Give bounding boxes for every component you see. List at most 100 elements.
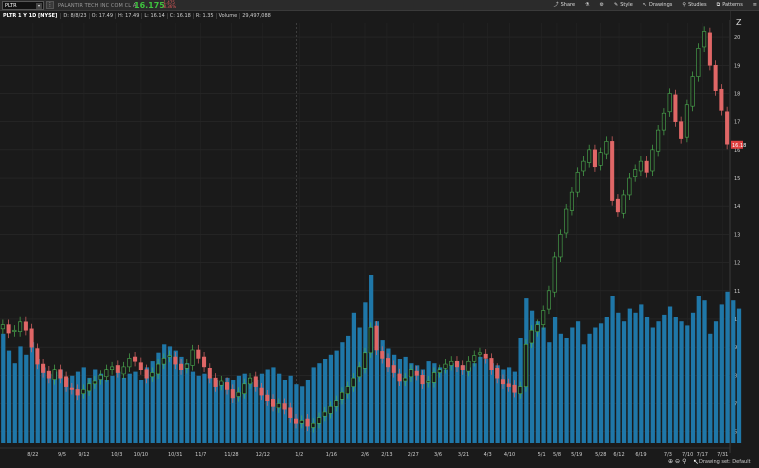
drawing-set-label[interactable]: Drawing set: Default <box>699 459 751 465</box>
volume-bar <box>196 375 201 443</box>
candle-body <box>144 369 149 379</box>
symbol-input-value: PLTR <box>5 2 17 9</box>
candle-body <box>397 373 402 382</box>
menu-button[interactable]: ≡ <box>753 1 757 8</box>
volume-bar <box>731 300 736 443</box>
menu-icon: ≡ <box>752 1 757 8</box>
time-tick-label: 1/2 <box>295 452 303 458</box>
volume-bar <box>52 371 58 443</box>
candle-body <box>408 369 414 378</box>
symbol-input[interactable]: PLTR ▾ <box>2 1 44 10</box>
toolbar-tools: ⤴ Share ⚗ ⚙ ✎ Style ↖ Drawings ⚲ Studies ⧉ Pa… <box>553 1 757 9</box>
time-tick-label: 9/12 <box>78 452 89 458</box>
time-tick-label: 2/13 <box>381 452 392 458</box>
volume-bar <box>719 304 724 443</box>
studies-button[interactable]: ⚲ Studies <box>682 1 706 8</box>
candle-body <box>546 290 551 310</box>
info-high: H: 17.49 <box>115 12 141 19</box>
volume-bar <box>639 304 644 443</box>
pattern-icon: ⧉ <box>716 1 721 8</box>
volume-bar <box>248 382 253 443</box>
drawings-button[interactable]: ↖ Drawings <box>643 1 673 8</box>
candle-body <box>87 383 92 392</box>
time-tick-label: 7/31 <box>717 452 728 458</box>
time-tick-label: 1/16 <box>326 452 337 458</box>
candle-body <box>167 355 172 358</box>
candle-body <box>184 363 189 369</box>
zoom-in-icon[interactable]: ⊕ <box>668 458 675 465</box>
volume-bar <box>696 296 701 443</box>
settings-button[interactable]: ⚙ <box>600 1 604 8</box>
volume-bar <box>593 327 598 443</box>
candle-body <box>725 111 730 145</box>
candle-body <box>506 383 511 387</box>
chevron-down-icon[interactable]: ▾ <box>36 3 42 9</box>
volume-bar <box>1 333 6 443</box>
zoom-out-icon[interactable]: ⊖ <box>675 458 682 465</box>
candle-body <box>115 365 120 373</box>
time-tick-label: 12/12 <box>256 452 270 458</box>
info-volume-value: 29,497,088 <box>239 12 273 19</box>
volume-bar <box>443 369 448 443</box>
candle-body <box>564 208 569 234</box>
candle-body <box>696 48 701 77</box>
candle-body <box>437 369 442 373</box>
link-icon[interactable]: ⋮ <box>46 1 54 9</box>
time-tick-label: 11/28 <box>224 452 238 458</box>
last-price: 16.175 <box>134 1 165 10</box>
candle-body <box>58 369 63 379</box>
volume-bar <box>472 363 477 443</box>
candle-body <box>667 93 672 113</box>
volume-bar <box>294 384 299 443</box>
volume-bar <box>662 314 667 443</box>
zoom-controls[interactable]: ⊕⊖⚲ <box>668 458 688 465</box>
gear-icon: ⚙ <box>599 1 605 8</box>
candle-body <box>12 329 17 332</box>
candle-body <box>248 377 253 385</box>
volume-bar <box>679 321 684 443</box>
volume-bar <box>328 354 334 443</box>
candle-body <box>638 160 643 172</box>
volume-bar <box>656 321 661 443</box>
share-button[interactable]: ⤴ Share <box>553 1 575 9</box>
share-icon: ⤴ <box>553 2 559 8</box>
paintbrush-icon: ✎ <box>614 1 619 8</box>
candle-body <box>500 379 505 385</box>
style-button[interactable]: ✎ Style <box>614 1 633 8</box>
volume-bar <box>334 350 339 443</box>
candle-body <box>569 191 574 211</box>
volume-bar <box>357 327 362 443</box>
candle-body <box>18 321 23 332</box>
volume-bar <box>213 380 219 443</box>
search-icon[interactable]: ⚲ <box>682 458 688 465</box>
candle-body <box>0 324 5 330</box>
volume-bar <box>64 377 69 443</box>
volume-bar <box>104 380 109 443</box>
time-tick-label: 8/22 <box>27 452 38 458</box>
candle-body <box>253 376 258 387</box>
candle-body <box>150 372 155 378</box>
volume-bar <box>35 359 40 443</box>
info-open: O: 17.49 <box>88 12 115 19</box>
volume-bar <box>512 371 517 443</box>
candle-body <box>276 403 281 409</box>
volume-bar <box>58 369 63 443</box>
candle-body <box>110 366 115 371</box>
candle-body <box>92 380 97 385</box>
volume-bar <box>116 371 121 443</box>
volume-bar <box>455 361 460 443</box>
candle-body <box>460 365 465 371</box>
candle-body <box>713 64 718 91</box>
candle-body <box>213 377 218 387</box>
quick-settings-button[interactable]: ⚗ <box>585 1 589 8</box>
candle-body <box>644 160 649 173</box>
volume-bar <box>265 369 270 443</box>
price-chart[interactable]: 678910111213141516171819208/229/59/1210/… <box>0 11 759 468</box>
patterns-button[interactable]: ⧉ Patterns <box>717 1 743 8</box>
volume-bar <box>202 373 207 443</box>
candle-body <box>684 104 689 138</box>
candle-body <box>627 177 632 196</box>
candle-body <box>489 358 494 371</box>
volume-bar <box>236 375 242 443</box>
volume-bar <box>581 344 586 443</box>
